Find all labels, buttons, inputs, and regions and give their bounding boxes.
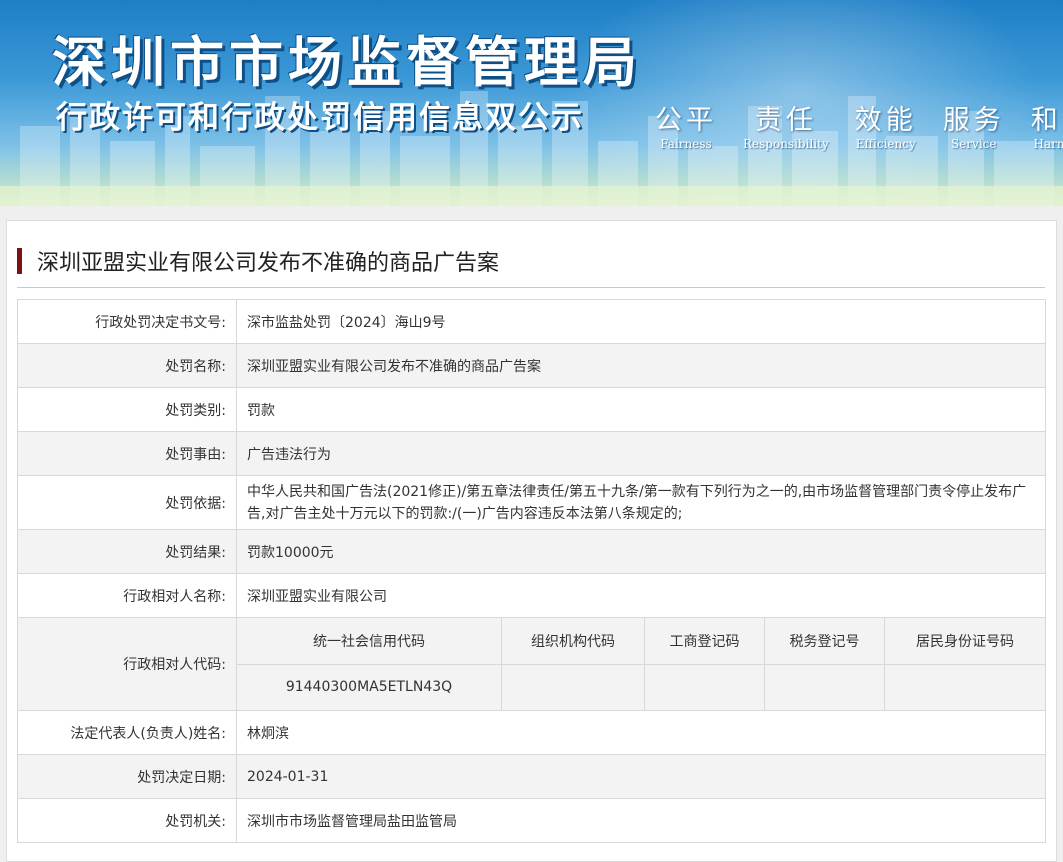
slogan-zh: 和谐 <box>1031 98 1063 137</box>
row-label: 行政处罚决定书文号: <box>18 300 237 344</box>
row-label: 处罚名称: <box>18 344 237 388</box>
slogan-fairness: 公平 Fairness <box>655 98 717 151</box>
code-header: 统一社会信用代码 <box>237 618 502 664</box>
row-label: 处罚类别: <box>18 388 237 432</box>
row-value: 广告违法行为 <box>237 432 1046 476</box>
row-label: 行政相对人名称: <box>18 574 237 618</box>
code-value-row: 91440300MA5ETLN43Q <box>237 664 1045 710</box>
table-row: 行政处罚决定书文号: 深市监盐处罚〔2024〕海山9号 <box>18 300 1046 344</box>
table-row: 行政相对人名称: 深圳亚盟实业有限公司 <box>18 574 1046 618</box>
code-header: 税务登记号 <box>765 618 885 664</box>
slogan-zh: 责任 <box>755 98 817 137</box>
slogan-zh: 公平 <box>655 98 717 137</box>
row-label: 处罚决定日期: <box>18 755 237 799</box>
code-value <box>765 664 885 710</box>
table-row: 处罚决定日期: 2024-01-31 <box>18 755 1046 799</box>
slogan-responsibility: 责任 Responsibility <box>743 98 829 151</box>
table-row: 处罚名称: 深圳亚盟实业有限公司发布不准确的商品广告案 <box>18 344 1046 388</box>
code-subtable: 统一社会信用代码 组织机构代码 工商登记码 税务登记号 居民身份证号码 9144… <box>237 618 1045 710</box>
row-label: 处罚依据: <box>18 476 237 530</box>
row-value: 2024-01-31 <box>237 755 1046 799</box>
row-value: 深圳亚盟实业有限公司发布不准确的商品广告案 <box>237 344 1046 388</box>
row-value: 深圳市市场监督管理局盐田监管局 <box>237 799 1046 843</box>
slogan-service: 服务 Service <box>943 98 1005 151</box>
table-row: 处罚事由: 广告违法行为 <box>18 432 1046 476</box>
row-label: 处罚结果: <box>18 530 237 574</box>
code-header: 居民身份证号码 <box>885 618 1046 664</box>
slogan-en: Harmony <box>1034 137 1063 151</box>
row-label: 法定代表人(负责人)姓名: <box>18 711 237 755</box>
code-value <box>645 664 765 710</box>
code-value <box>502 664 645 710</box>
page-title: 深圳亚盟实业有限公司发布不准确的商品广告案 <box>37 245 499 277</box>
slogan-en: Service <box>951 137 997 151</box>
header-banner: 深圳市市场监督管理局 行政许可和行政处罚信用信息双公示 公平 Fairness … <box>0 0 1063 206</box>
table-row: 法定代表人(负责人)姓名: 林炯滨 <box>18 711 1046 755</box>
table-row: 处罚结果: 罚款10000元 <box>18 530 1046 574</box>
code-value <box>885 664 1046 710</box>
content-panel: 深圳亚盟实业有限公司发布不准确的商品广告案 行政处罚决定书文号: 深市监盐处罚〔… <box>6 220 1057 862</box>
row-value: 中华人民共和国广告法(2021修正)/第五章法律责任/第五十九条/第一款有下列行… <box>237 476 1046 530</box>
title-accent-bar <box>17 248 22 274</box>
slogan-zh: 效能 <box>855 98 917 137</box>
row-value: 罚款 <box>237 388 1046 432</box>
banner-title: 深圳市市场监督管理局 <box>52 18 642 97</box>
row-value: 深市监盐处罚〔2024〕海山9号 <box>237 300 1046 344</box>
banner-slogans: 公平 Fairness 责任 Responsibility 效能 Efficie… <box>655 98 1063 151</box>
case-info-table: 行政处罚决定书文号: 深市监盐处罚〔2024〕海山9号 处罚名称: 深圳亚盟实业… <box>17 299 1046 843</box>
slogan-efficiency: 效能 Efficiency <box>855 98 917 151</box>
case-title-row: 深圳亚盟实业有限公司发布不准确的商品广告案 <box>17 245 1045 288</box>
slogan-en: Efficiency <box>856 137 916 151</box>
row-label: 行政相对人代码: <box>18 618 237 711</box>
code-subtable-cell: 统一社会信用代码 组织机构代码 工商登记码 税务登记号 居民身份证号码 9144… <box>237 618 1046 711</box>
table-row: 处罚类别: 罚款 <box>18 388 1046 432</box>
slogan-zh: 服务 <box>943 98 1005 137</box>
code-header-row: 统一社会信用代码 组织机构代码 工商登记码 税务登记号 居民身份证号码 <box>237 618 1045 664</box>
code-header: 工商登记码 <box>645 618 765 664</box>
table-row-codes: 行政相对人代码: 统一社会信用代码 组织机构代码 工商登记码 税务登记号 居民身… <box>18 618 1046 711</box>
row-value: 林炯滨 <box>237 711 1046 755</box>
slogan-harmony: 和谐 Harmony <box>1031 98 1063 151</box>
code-header: 组织机构代码 <box>502 618 645 664</box>
slogan-en: Fairness <box>660 137 711 151</box>
row-value: 罚款10000元 <box>237 530 1046 574</box>
slogan-en: Responsibility <box>743 137 829 151</box>
row-value: 深圳亚盟实业有限公司 <box>237 574 1046 618</box>
banner-subtitle: 行政许可和行政处罚信用信息双公示 <box>56 92 584 137</box>
table-row: 处罚依据: 中华人民共和国广告法(2021修正)/第五章法律责任/第五十九条/第… <box>18 476 1046 530</box>
row-label: 处罚事由: <box>18 432 237 476</box>
code-value: 91440300MA5ETLN43Q <box>237 664 502 710</box>
row-label: 处罚机关: <box>18 799 237 843</box>
table-row: 处罚机关: 深圳市市场监督管理局盐田监管局 <box>18 799 1046 843</box>
